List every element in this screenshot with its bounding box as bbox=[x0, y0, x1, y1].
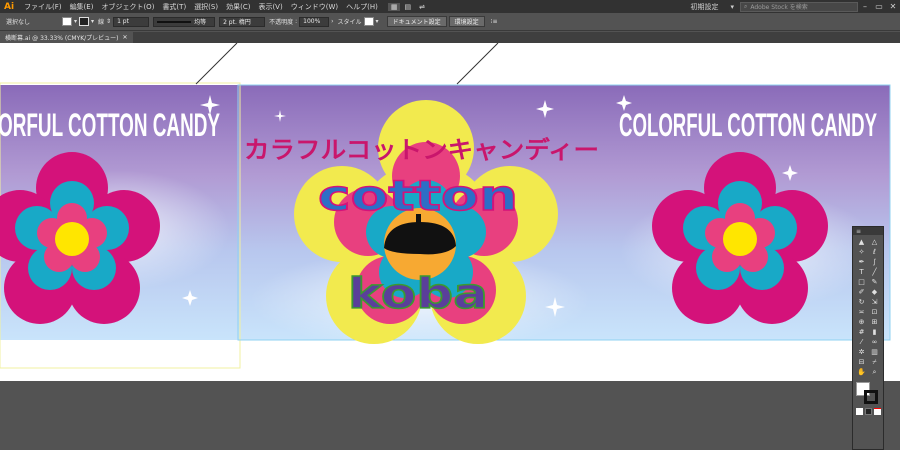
preferences-button[interactable]: 環境設定 bbox=[448, 16, 485, 27]
width-tool-icon[interactable]: ≍ bbox=[855, 307, 868, 317]
brush-definition[interactable]: 2 pt. 楕円 bbox=[219, 16, 266, 27]
guide-line bbox=[456, 43, 499, 85]
paintbrush-tool-icon[interactable]: ✎ bbox=[868, 277, 881, 287]
symbol-sprayer-tool-icon[interactable]: ✲ bbox=[855, 347, 868, 357]
opacity-label[interactable]: 不透明度 bbox=[269, 17, 293, 26]
menu-help[interactable]: ヘルプ(H) bbox=[342, 2, 382, 12]
guide-line bbox=[195, 43, 238, 85]
search-icon: ⌕ bbox=[744, 2, 748, 10]
none-mode-icon[interactable] bbox=[874, 408, 881, 415]
banner-title-left: ORFUL COTTON CANDY bbox=[0, 107, 220, 143]
fill-swatch[interactable] bbox=[62, 17, 72, 26]
pasteboard-area[interactable] bbox=[0, 381, 900, 450]
blend-tool-icon[interactable]: ∞ bbox=[868, 337, 881, 347]
slice-tool-icon[interactable]: ⌿ bbox=[868, 357, 881, 367]
profile-label: 均等 bbox=[194, 19, 207, 26]
artboard-canvas[interactable]: ORFUL COTTON CANDY COLORFUL COTTON CANDY… bbox=[0, 43, 900, 381]
color-mode-row bbox=[853, 408, 883, 415]
stroke-swatch[interactable] bbox=[79, 17, 90, 26]
menu-file[interactable]: ファイル(F) bbox=[20, 2, 66, 12]
line-segment-tool-icon[interactable]: ╱ bbox=[868, 267, 881, 277]
gradient-mode-icon[interactable] bbox=[865, 408, 872, 415]
document-tab[interactable]: 横断幕.ai @ 33.33% (CMYK/プレビュー) ✕ bbox=[0, 32, 133, 43]
artboard-tool-icon[interactable]: ⊟ bbox=[855, 357, 868, 367]
menu-window[interactable]: ウィンドウ(W) bbox=[287, 2, 342, 12]
katakana-title: カラフルコットンキャンディー bbox=[244, 136, 599, 164]
stroke-color-icon[interactable] bbox=[864, 390, 878, 404]
menu-edit[interactable]: 編集(E) bbox=[66, 2, 98, 12]
koba-word: koba bbox=[348, 269, 488, 318]
stock-search-input[interactable]: ⌕ Adobe Stock を検索 bbox=[740, 1, 858, 12]
style-label: スタイル bbox=[337, 19, 362, 26]
menu-view[interactable]: 表示(V) bbox=[254, 2, 286, 12]
artwork-svg: ORFUL COTTON CANDY COLORFUL COTTON CANDY… bbox=[0, 43, 891, 369]
document-tab-bar: 横断幕.ai @ 33.33% (CMYK/プレビュー) ✕ bbox=[0, 32, 900, 43]
fill-stroke-indicator[interactable] bbox=[856, 382, 883, 408]
gradient-tool-icon[interactable]: ▮ bbox=[868, 327, 881, 337]
eraser-tool-icon[interactable]: ◆ bbox=[868, 287, 881, 297]
selection-status: 選択なし bbox=[6, 19, 31, 26]
opacity-dropdown-icon[interactable]: › bbox=[331, 18, 333, 25]
shaper-tool-icon[interactable]: ✐ bbox=[855, 287, 868, 297]
flower-center bbox=[55, 222, 89, 256]
lasso-tool-icon[interactable]: ℓ bbox=[868, 247, 881, 257]
minimize-icon[interactable]: – bbox=[858, 2, 872, 11]
workspace-dropdown-icon[interactable]: ▾ bbox=[724, 3, 740, 11]
arrange-docs-icon[interactable]: ▤ bbox=[400, 3, 415, 11]
menu-object[interactable]: オブジェクト(O) bbox=[97, 2, 158, 12]
panel-menu-icon[interactable]: ⁝≡ bbox=[491, 18, 498, 25]
direct-selection-tool-icon[interactable]: △ bbox=[868, 237, 881, 247]
cotton-word: cotton bbox=[318, 171, 518, 220]
stroke-weight-field[interactable]: 1 pt bbox=[113, 16, 150, 27]
eyedropper-tool-icon[interactable]: ⁄ bbox=[855, 337, 868, 347]
stock-search-placeholder: Adobe Stock を検索 bbox=[750, 4, 808, 11]
magic-wand-tool-icon[interactable]: ✧ bbox=[855, 247, 868, 257]
mesh-tool-icon[interactable]: # bbox=[855, 327, 868, 337]
graphic-style-swatch[interactable] bbox=[363, 17, 374, 26]
color-mode-icon[interactable] bbox=[856, 408, 863, 415]
pen-tool-icon[interactable]: ✒ bbox=[855, 257, 868, 267]
menu-bar: Ai ファイル(F) 編集(E) オブジェクト(O) 書式(T) 選択(S) 効… bbox=[0, 0, 900, 13]
control-bar: 選択なし ▾ ▾ 線 ⇕ 1 pt 均等 2 pt. 楕円 不透明度 : 100… bbox=[0, 13, 900, 31]
stroke-stepper-icon[interactable]: ⇕ bbox=[106, 18, 111, 25]
workspace-switcher[interactable]: 初期設定 bbox=[684, 2, 724, 12]
scale-tool-icon[interactable]: ⇲ bbox=[868, 297, 881, 307]
tools-panel-header[interactable]: ≡ bbox=[853, 227, 883, 235]
shape-builder-tool-icon[interactable]: ⊕ bbox=[855, 317, 868, 327]
menu-type[interactable]: 書式(T) bbox=[158, 2, 190, 12]
free-transform-tool-icon[interactable]: ⊡ bbox=[868, 307, 881, 317]
tab-close-icon[interactable]: ✕ bbox=[123, 34, 128, 41]
sync-icon[interactable]: ⇌ bbox=[415, 3, 429, 11]
opacity-field[interactable]: 100% bbox=[299, 16, 330, 27]
menu-effect[interactable]: 効果(C) bbox=[222, 2, 254, 12]
document-setup-button[interactable]: ドキュメント設定 bbox=[386, 16, 447, 27]
opacity-icon: : bbox=[295, 18, 298, 25]
flower-center bbox=[723, 222, 757, 256]
maximize-icon[interactable]: ▭ bbox=[872, 2, 886, 11]
close-icon[interactable]: ✕ bbox=[886, 2, 900, 11]
hand-tool-icon[interactable]: ✋ bbox=[855, 367, 868, 377]
rotate-tool-icon[interactable]: ↻ bbox=[855, 297, 868, 307]
profile-line bbox=[157, 20, 192, 23]
tools-grid: ▲ △ ✧ ℓ ✒ ∫ T ╱ □ ✎ ✐ ◆ ↻ ⇲ ≍ ⊡ ⊕ ⊞ # ▮ … bbox=[853, 235, 883, 379]
app-logo: Ai bbox=[4, 1, 15, 12]
curvature-tool-icon[interactable]: ∫ bbox=[868, 257, 881, 267]
tools-panel: ≡ ▲ △ ✧ ℓ ✒ ∫ T ╱ □ ✎ ✐ ◆ ↻ ⇲ ≍ ⊡ ⊕ ⊞ # … bbox=[852, 226, 884, 450]
type-tool-icon[interactable]: T bbox=[855, 267, 868, 277]
perspective-grid-tool-icon[interactable]: ⊞ bbox=[868, 317, 881, 327]
banner-title-right: COLORFUL COTTON CANDY bbox=[619, 107, 877, 143]
zoom-tool-icon[interactable]: ⌕ bbox=[868, 367, 881, 377]
stroke-label[interactable]: 線 bbox=[98, 17, 104, 26]
stroke-dropdown-icon[interactable]: ▾ bbox=[91, 18, 94, 25]
variable-width-profile[interactable]: 均等 bbox=[153, 16, 216, 27]
document-tab-title: 横断幕.ai @ 33.33% (CMYK/プレビュー) bbox=[5, 35, 119, 42]
rectangle-tool-icon[interactable]: □ bbox=[855, 277, 868, 287]
style-dropdown-icon[interactable]: ▾ bbox=[376, 18, 379, 25]
menu-select[interactable]: 選択(S) bbox=[190, 2, 222, 12]
column-graph-tool-icon[interactable]: ▥ bbox=[868, 347, 881, 357]
bridge-icon[interactable]: ▦ bbox=[387, 2, 401, 11]
selection-tool-icon[interactable]: ▲ bbox=[855, 237, 868, 247]
fill-dropdown-icon[interactable]: ▾ bbox=[74, 18, 77, 25]
